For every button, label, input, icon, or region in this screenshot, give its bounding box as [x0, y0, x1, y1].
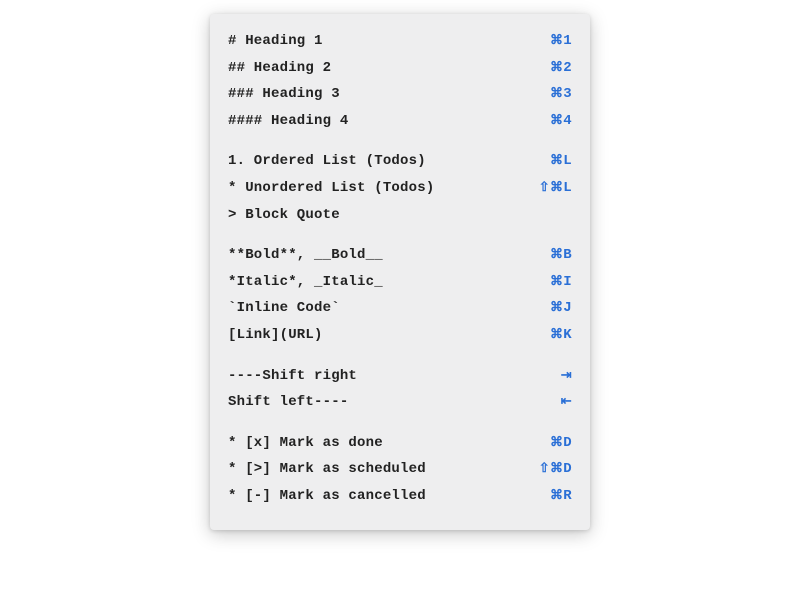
shortcut-label: [Link](URL)	[228, 322, 323, 349]
shortcut-keys: ⌘K	[550, 322, 572, 349]
shortcut-label: *Italic*, _Italic_	[228, 269, 383, 296]
shortcut-label: **Bold**, __Bold__	[228, 242, 383, 269]
shortcut-label: 1. Ordered List (Todos)	[228, 148, 426, 175]
shortcut-keys: ⌘4	[550, 108, 572, 135]
shortcut-label: * Unordered List (Todos)	[228, 175, 434, 202]
shortcut-row: # Heading 1 ⌘1	[228, 28, 572, 55]
shortcut-row: ----Shift right ⇥	[228, 363, 572, 390]
shortcut-row: *Italic*, _Italic_ ⌘I	[228, 269, 572, 296]
shortcut-row: 1. Ordered List (Todos) ⌘L	[228, 148, 572, 175]
section-gap	[228, 228, 572, 242]
shortcut-row: #### Heading 4 ⌘4	[228, 108, 572, 135]
shortcut-label: * [-] Mark as cancelled	[228, 483, 426, 510]
shortcuts-card: # Heading 1⌘1## Heading 2⌘2### Heading 3…	[210, 14, 590, 530]
shortcut-keys: ⌘B	[550, 242, 572, 269]
shortcut-label: #### Heading 4	[228, 108, 348, 135]
shortcut-keys: ⇥	[561, 363, 572, 390]
shortcut-keys: ⇧⌘L	[539, 175, 572, 202]
shortcut-keys: ⌘D	[550, 430, 572, 457]
shortcut-row: * Unordered List (Todos) ⇧⌘L	[228, 175, 572, 202]
shortcut-label: ----Shift right	[228, 363, 357, 390]
section-gap	[228, 416, 572, 430]
shortcut-label: # Heading 1	[228, 28, 323, 55]
shortcut-keys: ⌘1	[550, 28, 572, 55]
shortcut-row: [Link](URL) ⌘K	[228, 322, 572, 349]
shortcut-keys: ⌘L	[550, 148, 572, 175]
section-gap	[228, 349, 572, 363]
shortcut-keys: ⌘I	[550, 269, 572, 296]
shortcut-row: * [-] Mark as cancelled ⌘R	[228, 483, 572, 510]
shortcut-label: Shift left----	[228, 389, 348, 416]
shortcut-label: `Inline Code`	[228, 295, 340, 322]
shortcut-row: * [x] Mark as done ⌘D	[228, 430, 572, 457]
shortcut-keys: ⌘3	[550, 81, 572, 108]
shortcut-row: **Bold**, __Bold__ ⌘B	[228, 242, 572, 269]
shortcut-label: ## Heading 2	[228, 55, 331, 82]
shortcut-row: * [>] Mark as scheduled ⇧⌘D	[228, 456, 572, 483]
shortcut-row: Shift left---- ⇤	[228, 389, 572, 416]
section-gap	[228, 134, 572, 148]
shortcut-keys: ⇤	[561, 389, 572, 416]
shortcut-row: ### Heading 3 ⌘3	[228, 81, 572, 108]
shortcut-row: `Inline Code` ⌘J	[228, 295, 572, 322]
shortcut-label: * [>] Mark as scheduled	[228, 456, 426, 483]
shortcut-row: ## Heading 2 ⌘2	[228, 55, 572, 82]
shortcut-row: > Block Quote	[228, 202, 572, 229]
shortcut-keys: ⌘2	[550, 55, 572, 82]
shortcut-keys: ⇧⌘D	[539, 456, 572, 483]
shortcut-label: ### Heading 3	[228, 81, 340, 108]
shortcut-label: > Block Quote	[228, 202, 340, 229]
shortcut-keys: ⌘J	[550, 295, 572, 322]
shortcut-keys: ⌘R	[550, 483, 572, 510]
shortcut-label: * [x] Mark as done	[228, 430, 383, 457]
